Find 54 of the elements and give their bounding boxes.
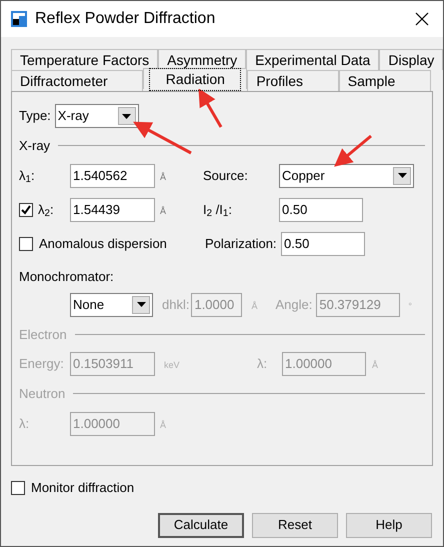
- unit-label: Å: [160, 420, 166, 430]
- checkbox[interactable]: [11, 480, 25, 495]
- close-icon[interactable]: [415, 12, 429, 26]
- dialog-button[interactable]: Reset: [252, 512, 338, 538]
- dropdown-arrow-icon: [398, 173, 407, 178]
- field-label: λ$_{2}$:: [38, 200, 54, 220]
- field-label: λ:: [257, 355, 268, 374]
- field-label: Anomalous dispersion: [39, 234, 167, 253]
- field-label: Angle:: [275, 296, 312, 312]
- section-heading: Neutron: [19, 385, 66, 403]
- field-label: I$_{2}$ /I$_{1}$:: [203, 200, 233, 220]
- tab[interactable]: Temperature Factors: [11, 49, 158, 70]
- dropdown[interactable]: None: [70, 292, 153, 316]
- input-field[interactable]: 0.50: [281, 232, 365, 256]
- field-label: λ:: [19, 414, 30, 433]
- field-label: Monochromator:: [19, 268, 114, 284]
- dropdown[interactable]: X-ray: [54, 104, 139, 128]
- dropdown-arrow-icon: [122, 114, 132, 118]
- unit-label: Å: [372, 360, 378, 370]
- tab[interactable]: Sample: [338, 70, 431, 91]
- dropdown[interactable]: Copper: [279, 164, 414, 188]
- input-field[interactable]: 0.50: [279, 198, 364, 222]
- dropdown-arrow-icon: [136, 302, 146, 307]
- section-heading: Electron: [19, 326, 67, 344]
- unit-label: Å: [160, 206, 166, 216]
- tab[interactable]: Profiles: [247, 70, 339, 91]
- field-label: λ$_{1}$:: [19, 166, 36, 186]
- unit-label: keV: [164, 360, 180, 370]
- input-field[interactable]: 1.540562: [70, 164, 155, 188]
- annotation-arrow: [198, 88, 222, 128]
- field-label: Type:: [19, 107, 51, 126]
- app-icon: [11, 11, 27, 27]
- tab[interactable]: Diffractometer: [11, 70, 144, 91]
- field-label: Energy:: [19, 355, 65, 374]
- input-field[interactable]: 1.54439: [70, 198, 155, 222]
- annotation-arrow: [133, 122, 192, 154]
- dialog-button[interactable]: Calculate: [158, 512, 244, 538]
- tab[interactable]: Display: [379, 49, 443, 70]
- field-label: dhkl:: [162, 296, 190, 312]
- annotation-arrow: [334, 134, 372, 167]
- unit-label: Å: [251, 300, 258, 310]
- field-label: Source:: [203, 166, 249, 185]
- field-label: Monitor diffraction: [31, 479, 134, 497]
- tab[interactable]: Experimental Data: [246, 49, 380, 70]
- checkbox[interactable]: [19, 236, 33, 250]
- checkbox[interactable]: [19, 202, 33, 216]
- unit-label: Å: [160, 172, 166, 182]
- unit-label: °: [408, 300, 412, 310]
- field-label: Polarization:: [205, 234, 278, 253]
- dialog-button[interactable]: Help: [346, 512, 432, 538]
- section-heading: X-ray: [19, 137, 50, 155]
- tab[interactable]: Radiation: [143, 68, 248, 89]
- window-title: Reflex Powder Diffraction: [35, 9, 216, 29]
- tab[interactable]: Asymmetry: [158, 49, 246, 70]
